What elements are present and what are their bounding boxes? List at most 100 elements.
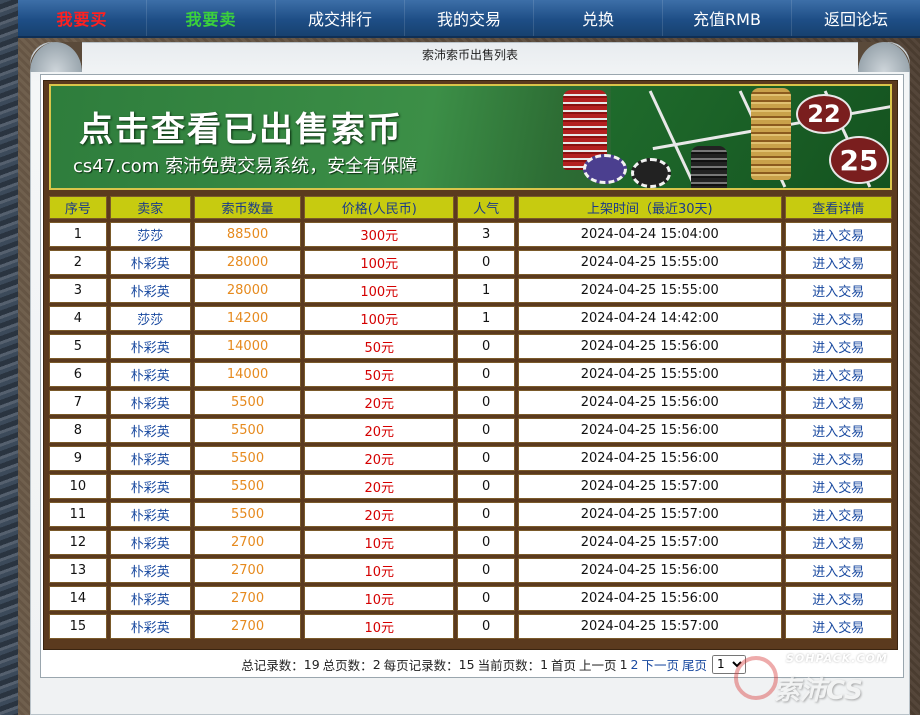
row-time: 2024-04-25 15:56:00: [518, 390, 782, 415]
enter-trade-link[interactable]: 进入交易: [784, 446, 892, 471]
row-amount: 2700: [193, 586, 302, 611]
last-page-link[interactable]: 尾页: [682, 655, 707, 674]
enter-trade-link[interactable]: 进入交易: [784, 614, 892, 639]
row-index: 15: [49, 614, 107, 639]
next-page-link[interactable]: 下一页: [641, 655, 679, 674]
row-seller: 朴彩英: [109, 558, 191, 583]
row-time: 2024-04-25 15:56:00: [518, 446, 782, 471]
table-row: 8 朴彩英 5500 20元 0 2024-04-25 15:56:00 进入交易: [49, 418, 892, 443]
col-header-index: 序号: [49, 196, 107, 219]
row-index: 8: [49, 418, 107, 443]
per-page-label: 每页记录数：: [383, 657, 459, 673]
enter-trade-link[interactable]: 进入交易: [784, 418, 892, 443]
nav-back-forum[interactable]: 返回论坛: [792, 0, 920, 36]
row-index: 10: [49, 474, 107, 499]
roulette-number-22: 22: [796, 94, 852, 134]
row-seller: 朴彩英: [109, 278, 191, 303]
enter-trade-link[interactable]: 进入交易: [784, 278, 892, 303]
nav-buy[interactable]: 我要买: [18, 0, 147, 36]
enter-trade-link[interactable]: 进入交易: [784, 390, 892, 415]
nav-my-trades[interactable]: 我的交易: [405, 0, 534, 36]
row-price: 10元: [304, 530, 455, 555]
nav-ranking[interactable]: 成交排行: [276, 0, 405, 36]
row-amount: 2700: [193, 530, 302, 555]
sold-coins-banner[interactable]: 点击查看已出售索币 cs47.com 索沛免费交易系统，安全有保障 22 25: [49, 84, 892, 190]
row-popularity: 0: [457, 474, 516, 499]
row-seller: 莎莎: [109, 222, 191, 247]
row-amount: 5500: [193, 474, 302, 499]
row-amount: 5500: [193, 390, 302, 415]
row-price: 20元: [304, 502, 455, 527]
poker-chip-icon: [583, 154, 627, 184]
chip-stack-icon: [751, 88, 791, 180]
row-time: 2024-04-25 15:57:00: [518, 474, 782, 499]
row-amount: 28000: [193, 278, 302, 303]
row-amount: 14000: [193, 334, 302, 359]
row-seller: 朴彩英: [109, 362, 191, 387]
table-row: 1 莎莎 88500 300元 3 2024-04-24 15:04:00 进入交易: [49, 222, 892, 247]
row-price: 100元: [304, 306, 455, 331]
current-page-value: 1: [540, 656, 549, 672]
row-time: 2024-04-25 15:55:00: [518, 278, 782, 303]
row-popularity: 1: [457, 278, 516, 303]
row-index: 11: [49, 502, 107, 527]
row-seller: 朴彩英: [109, 446, 191, 471]
row-index: 14: [49, 586, 107, 611]
row-price: 10元: [304, 558, 455, 583]
row-price: 10元: [304, 614, 455, 639]
enter-trade-link[interactable]: 进入交易: [784, 586, 892, 611]
row-amount: 5500: [193, 418, 302, 443]
left-decorative-strip: [0, 0, 18, 715]
row-time: 2024-04-25 15:56:00: [518, 334, 782, 359]
row-seller: 朴彩英: [109, 418, 191, 443]
watermark-brand: 索沛CS: [774, 676, 863, 706]
enter-trade-link[interactable]: 进入交易: [784, 334, 892, 359]
row-price: 20元: [304, 418, 455, 443]
page-2-link[interactable]: 2: [631, 657, 639, 672]
enter-trade-link[interactable]: 进入交易: [784, 250, 892, 275]
row-index: 5: [49, 334, 107, 359]
enter-trade-link[interactable]: 进入交易: [784, 530, 892, 555]
row-index: 2: [49, 250, 107, 275]
enter-trade-link[interactable]: 进入交易: [784, 306, 892, 331]
enter-trade-link[interactable]: 进入交易: [784, 362, 892, 387]
enter-trade-link[interactable]: 进入交易: [784, 222, 892, 247]
nav-sell[interactable]: 我要卖: [147, 0, 276, 36]
table-row: 3 朴彩英 28000 100元 1 2024-04-25 15:55:00 进入交易: [49, 278, 892, 303]
col-header-amount: 索币数量: [193, 196, 302, 219]
nav-recharge[interactable]: 充值RMB: [663, 0, 792, 36]
enter-trade-link[interactable]: 进入交易: [784, 558, 892, 583]
table-row: 6 朴彩英 14000 50元 0 2024-04-25 15:55:00 进入交易: [49, 362, 892, 387]
row-popularity: 0: [457, 502, 516, 527]
row-seller: 朴彩英: [109, 474, 191, 499]
enter-trade-link[interactable]: 进入交易: [784, 474, 892, 499]
row-popularity: 3: [457, 222, 516, 247]
total-records-label: 总记录数：: [241, 657, 304, 673]
row-amount: 14200: [193, 306, 302, 331]
row-price: 100元: [304, 278, 455, 303]
row-price: 20元: [304, 446, 455, 471]
row-seller: 朴彩英: [109, 586, 191, 611]
top-nav: 我要买 我要卖 成交排行 我的交易 兑换 充值RMB 返回论坛: [18, 0, 920, 38]
row-time: 2024-04-24 15:04:00: [518, 222, 782, 247]
poker-chip-icon: [631, 158, 671, 188]
table-header-row: 序号 卖家 索币数量 价格(人民币) 人气 上架时间（最近30天) 查看详情: [49, 196, 892, 219]
table-row: 15 朴彩英 2700 10元 0 2024-04-25 15:57:00 进入交易: [49, 614, 892, 639]
row-price: 100元: [304, 250, 455, 275]
watermark-logo-icon: [734, 656, 778, 700]
row-amount: 88500: [193, 222, 302, 247]
first-page-text: 首页: [551, 657, 577, 673]
table-row: 9 朴彩英 5500 20元 0 2024-04-25 15:56:00 进入交易: [49, 446, 892, 471]
table-row: 11 朴彩英 5500 20元 0 2024-04-25 15:57:00 进入交易: [49, 502, 892, 527]
enter-trade-link[interactable]: 进入交易: [784, 502, 892, 527]
row-index: 12: [49, 530, 107, 555]
row-popularity: 0: [457, 586, 516, 611]
row-seller: 朴彩英: [109, 502, 191, 527]
row-index: 9: [49, 446, 107, 471]
row-time: 2024-04-25 15:57:00: [518, 614, 782, 639]
row-time: 2024-04-25 15:57:00: [518, 502, 782, 527]
row-seller: 朴彩英: [109, 334, 191, 359]
nav-exchange[interactable]: 兑换: [534, 0, 663, 36]
per-page-value: 15: [458, 656, 475, 672]
row-amount: 5500: [193, 446, 302, 471]
